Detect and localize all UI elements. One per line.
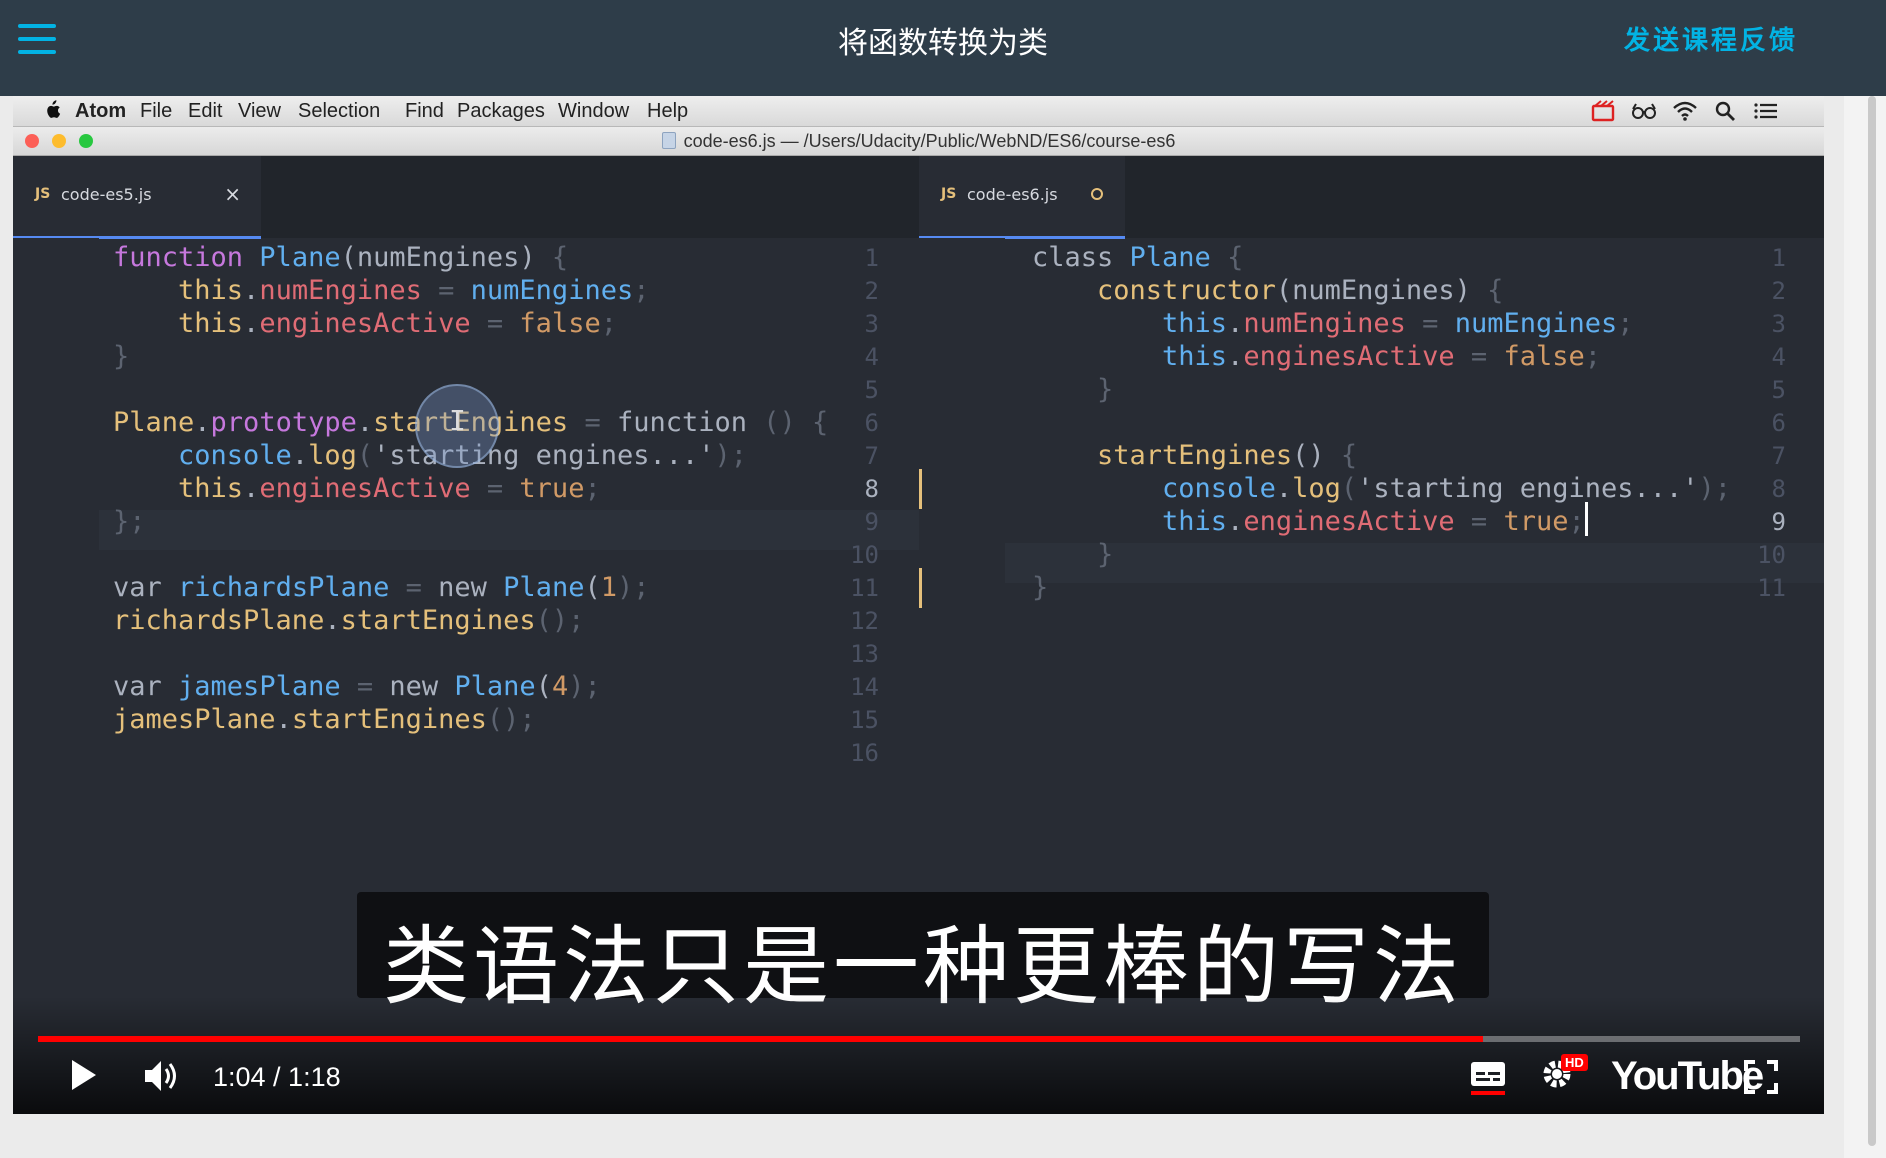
- code-line[interactable]: jamesPlane.startEngines();: [113, 700, 536, 740]
- menu-find[interactable]: Find: [405, 100, 444, 123]
- tab-code-es6[interactable]: JS code-es6.js: [919, 156, 1125, 239]
- tab-bar-right: JS code-es6.js: [919, 156, 1824, 239]
- tab-bar-left: JS code-es5.js ×: [13, 156, 919, 239]
- tab-label: code-es6.js: [967, 185, 1058, 204]
- line-number: 11: [1757, 574, 1786, 602]
- progress-played: [38, 1036, 1483, 1042]
- udacity-header: 将函数转换为类 发送课程反馈: [0, 0, 1886, 96]
- code-line[interactable]: this.enginesActive = false;: [1032, 337, 1601, 377]
- code-line[interactable]: }: [1032, 568, 1048, 608]
- captions-icon[interactable]: [1469, 1058, 1507, 1096]
- unsaved-dot-icon[interactable]: [1091, 188, 1103, 200]
- menu-edit[interactable]: Edit: [188, 100, 222, 123]
- video-player[interactable]: Atom File Edit View Selection Find Packa…: [13, 96, 1824, 1114]
- glasses-icon[interactable]: [1631, 100, 1657, 122]
- tab-label: code-es5.js: [61, 185, 152, 204]
- code-line[interactable]: this.enginesActive = false;: [113, 304, 617, 344]
- page-scrollbar-thumb[interactable]: [1868, 96, 1876, 1146]
- window-titlebar: code-es6.js — /Users/Udacity/Public/WebN…: [13, 127, 1824, 156]
- macos-menubar: Atom File Edit View Selection Find Packa…: [13, 96, 1824, 127]
- cursor-line-highlight: [99, 510, 919, 550]
- menu-file[interactable]: File: [140, 100, 172, 123]
- search-icon[interactable]: [1713, 100, 1739, 122]
- js-file-icon: JS: [941, 186, 957, 202]
- menu-packages[interactable]: Packages: [457, 100, 545, 123]
- menu-window[interactable]: Window: [558, 100, 629, 123]
- page-title: 将函数转换为类: [838, 26, 1048, 61]
- code-line[interactable]: };: [113, 502, 146, 542]
- menu-selection[interactable]: Selection: [298, 100, 380, 123]
- cursor-line-highlight: [1005, 543, 1824, 583]
- code-line[interactable]: }: [113, 337, 129, 377]
- code-line[interactable]: }: [1032, 370, 1113, 410]
- text-caret: [1584, 502, 1588, 536]
- file-icon: [661, 132, 676, 149]
- send-feedback-link[interactable]: 发送课程反馈: [1624, 20, 1798, 57]
- fullscreen-icon[interactable]: [1744, 1060, 1778, 1094]
- apple-icon: [47, 100, 61, 118]
- time-display: 1:04 / 1:18: [213, 1062, 341, 1092]
- code-line[interactable]: richardsPlane.startEngines();: [113, 601, 584, 641]
- screen-recorder-icon[interactable]: [1591, 100, 1617, 122]
- volume-icon[interactable]: [143, 1058, 183, 1094]
- wifi-icon[interactable]: [1672, 100, 1698, 122]
- subtitle-box: 类语法只是一种更棒的写法: [357, 892, 1489, 1017]
- line-number: 16: [850, 739, 879, 767]
- page-scrollbar-track: [1844, 96, 1886, 1158]
- close-tab-icon[interactable]: ×: [224, 182, 241, 206]
- menu-view[interactable]: View: [238, 100, 281, 123]
- git-modified-marker: [919, 469, 922, 509]
- window-title: code-es6.js — /Users/Udacity/Public/WebN…: [13, 131, 1824, 152]
- player-controls: [13, 996, 1824, 1114]
- menu-help[interactable]: Help: [647, 100, 688, 123]
- progress-bar[interactable]: [38, 1036, 1800, 1042]
- youtube-logo[interactable]: YouTube: [1611, 1054, 1764, 1099]
- tab-code-es5[interactable]: JS code-es5.js ×: [13, 156, 261, 239]
- js-file-icon: JS: [35, 186, 51, 202]
- code-line[interactable]: this.enginesActive = true;: [1032, 502, 1588, 542]
- line-number-gutter: [13, 238, 99, 1114]
- text-cursor-icon: I: [449, 404, 466, 437]
- window-title-text: code-es6.js — /Users/Udacity/Public/WebN…: [683, 131, 1176, 151]
- menu-atom[interactable]: Atom: [75, 100, 126, 123]
- code-line[interactable]: this.enginesActive = true;: [113, 469, 601, 509]
- hd-badge: HD: [1561, 1054, 1588, 1071]
- git-modified-marker: [919, 568, 922, 608]
- play-icon[interactable]: [69, 1058, 99, 1092]
- notification-list-icon[interactable]: [1753, 100, 1779, 122]
